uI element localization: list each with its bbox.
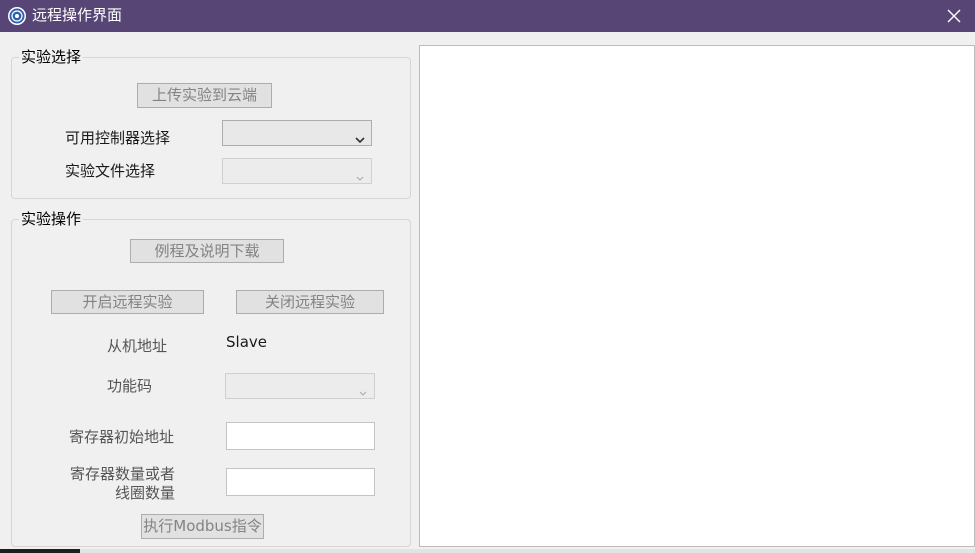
chevron-down-icon xyxy=(358,382,368,401)
start-remote-experiment-button[interactable]: 开启远程实验 xyxy=(51,290,204,314)
register-start-input[interactable] xyxy=(226,422,375,450)
file-select-label: 实验文件选择 xyxy=(65,162,156,180)
slave-address-label: 从机地址 xyxy=(107,337,168,355)
register-count-label-line2: 线圈数量 xyxy=(115,484,176,502)
function-code-select[interactable] xyxy=(225,373,375,399)
window-title: 远程操作界面 xyxy=(32,6,123,24)
chevron-down-icon xyxy=(355,129,365,148)
app-logo-icon xyxy=(7,6,27,26)
register-count-input[interactable] xyxy=(226,468,375,496)
register-count-label-line1: 寄存器数量或者 xyxy=(70,465,176,483)
execute-modbus-button[interactable]: 执行Modbus指令 xyxy=(141,514,264,539)
experiment-select-title: 实验选择 xyxy=(19,48,84,66)
chevron-down-icon xyxy=(355,167,365,186)
controller-select-label: 可用控制器选择 xyxy=(65,129,171,147)
register-start-label: 寄存器初始地址 xyxy=(69,428,175,446)
close-button[interactable] xyxy=(933,0,975,32)
experiment-ops-title: 实验操作 xyxy=(19,210,84,228)
stop-remote-experiment-button[interactable]: 关闭远程实验 xyxy=(236,290,384,314)
upload-experiment-button[interactable]: 上传实验到云端 xyxy=(137,83,272,108)
function-code-label: 功能码 xyxy=(107,377,153,395)
controller-select[interactable] xyxy=(222,120,372,146)
output-panel[interactable] xyxy=(419,45,975,547)
taskbar-edge xyxy=(0,549,80,553)
download-examples-button[interactable]: 例程及说明下载 xyxy=(130,239,284,263)
file-select[interactable] xyxy=(222,158,372,184)
slave-address-value: Slave xyxy=(226,333,267,351)
bottom-border xyxy=(0,549,975,553)
title-bar: 远程操作界面 xyxy=(0,0,975,32)
